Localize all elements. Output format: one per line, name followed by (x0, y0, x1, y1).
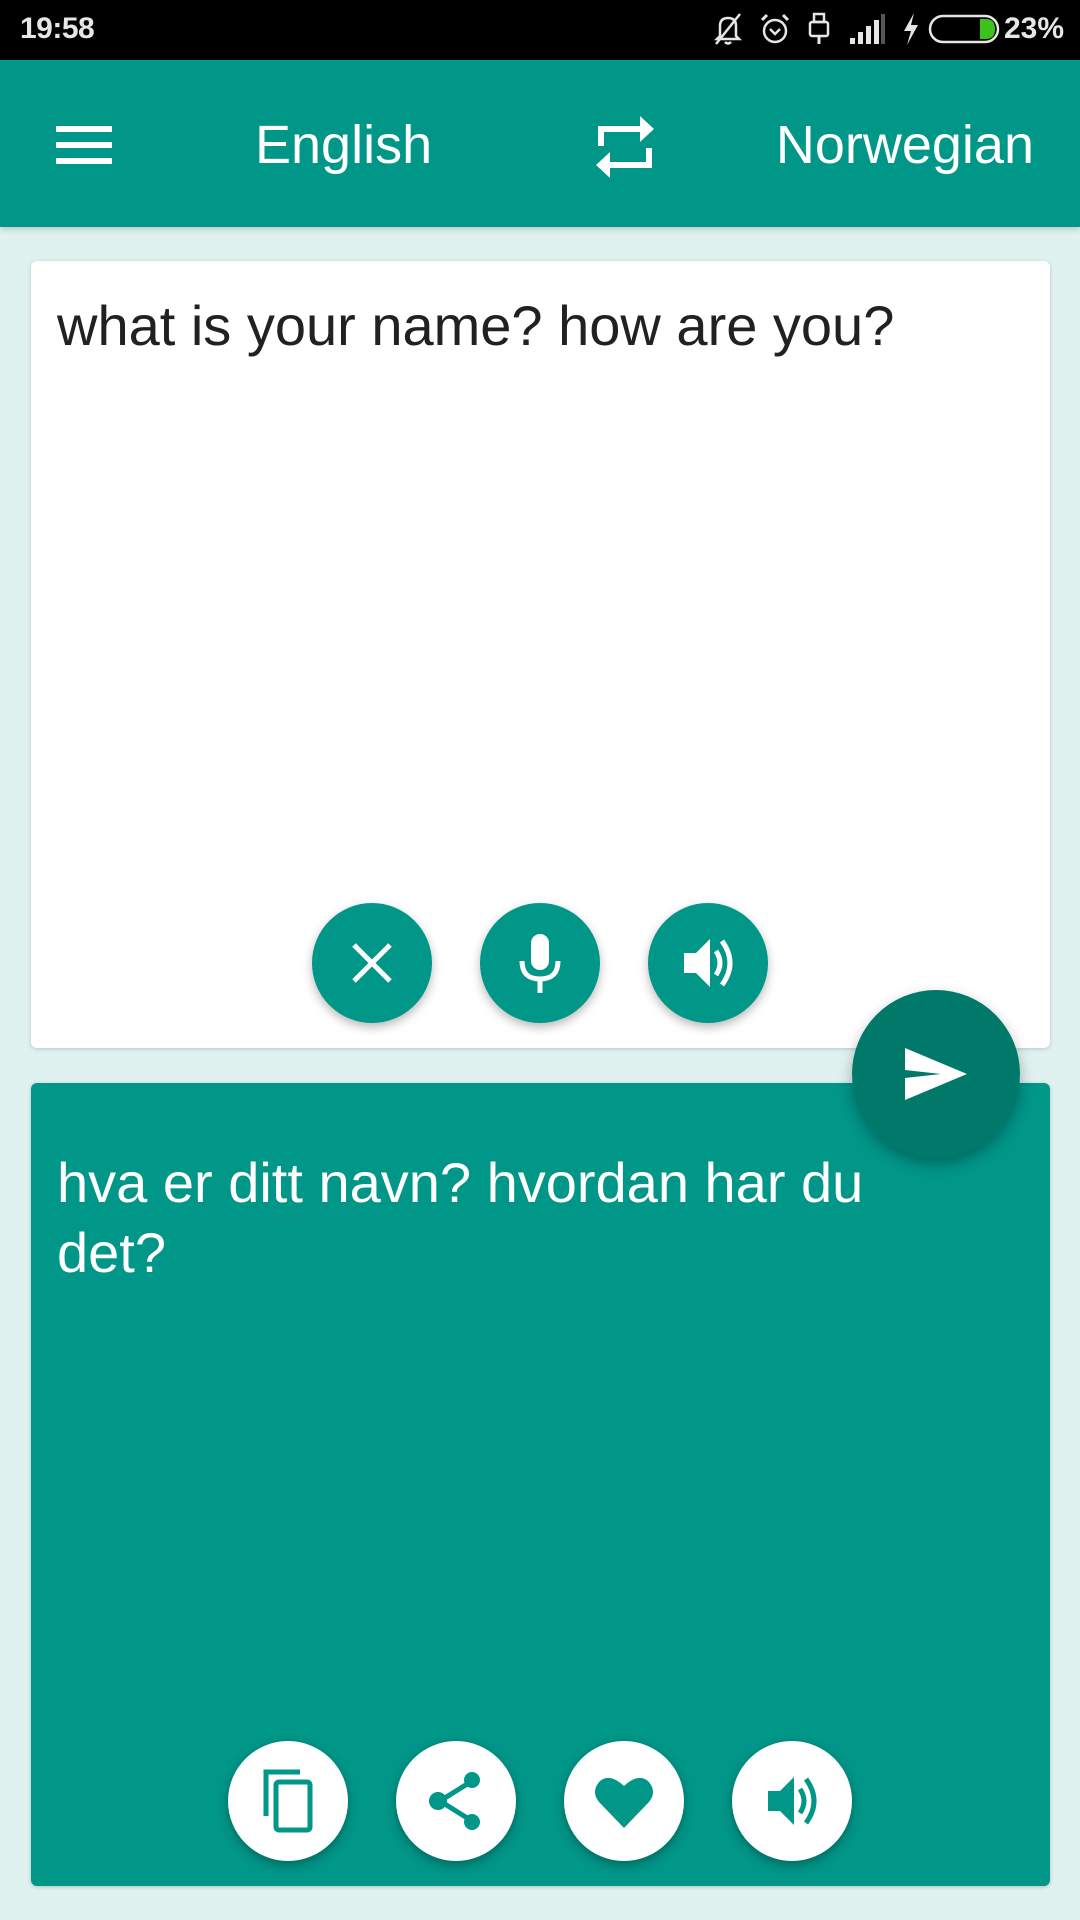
favorite-button[interactable] (564, 1741, 684, 1861)
share-icon (429, 1772, 480, 1830)
clear-button[interactable] (312, 903, 432, 1023)
menu-button[interactable] (40, 112, 128, 184)
share-button[interactable] (396, 1741, 516, 1861)
charging-bolt-icon (902, 12, 920, 51)
status-time: 19:58 (20, 12, 95, 45)
battery-percent: 23% (1003, 12, 1064, 45)
send-icon (905, 1048, 967, 1100)
source-language-selector[interactable]: English (255, 110, 432, 180)
voice-input-button[interactable] (480, 903, 600, 1023)
volume-icon (684, 939, 733, 987)
app-bar: English Norwegian (0, 60, 1080, 227)
translate-button[interactable] (852, 990, 1020, 1158)
source-text-input[interactable]: what is your name? how are you? (57, 291, 1024, 361)
signal-icon (848, 12, 886, 51)
translated-text: hva er ditt navn? hvordan har du det? (57, 1151, 864, 1284)
close-icon (352, 943, 392, 983)
usb-icon (806, 12, 832, 51)
alarm-icon (758, 12, 792, 51)
swap-icon (596, 116, 654, 178)
heart-icon (595, 1777, 653, 1828)
microphone-icon (519, 934, 561, 993)
input-card: what is your name? how are you? (31, 261, 1050, 1048)
output-card: hva er ditt navn? hvordan har du det? (31, 1083, 1050, 1886)
status-bar: 19:58 23% (0, 0, 1080, 60)
target-language-selector[interactable]: Norwegian (776, 110, 1034, 180)
volume-icon (768, 1777, 817, 1825)
notifications-off-icon (712, 12, 744, 51)
copy-button[interactable] (228, 1741, 348, 1861)
swap-languages-button[interactable] (588, 110, 662, 184)
speak-translation-button[interactable] (732, 1741, 852, 1861)
speak-source-button[interactable] (648, 903, 768, 1023)
battery-icon (928, 14, 1002, 49)
copy-icon (263, 1769, 313, 1833)
